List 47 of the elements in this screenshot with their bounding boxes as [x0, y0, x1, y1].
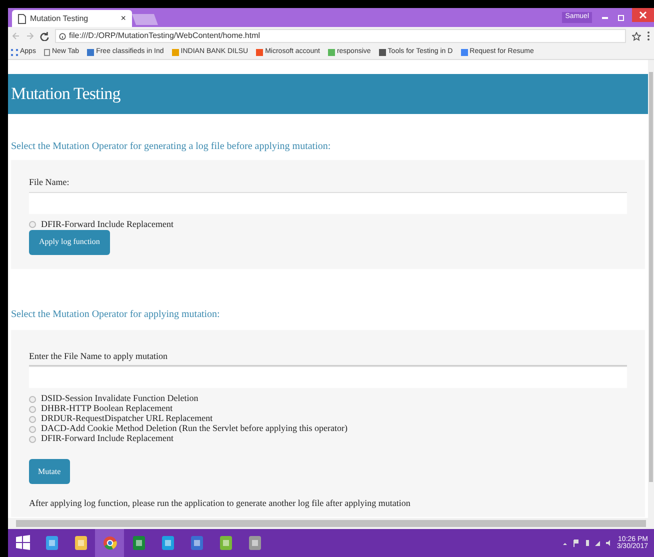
maximize-icon[interactable] [618, 14, 624, 20]
bookmark-icon [378, 48, 386, 56]
input-field[interactable] [29, 366, 627, 388]
address-bar[interactable]: file:///D:/ORP/MutationTesting/WebContent/home.html [55, 29, 626, 43]
radio-button[interactable] [29, 396, 36, 402]
action-button[interactable]: Mutate [29, 459, 70, 484]
info-icon [59, 32, 66, 40]
note-text: After applying log function, please run the application to generate another log file after applying mutation [29, 497, 412, 510]
section-heading: Select the Mutation Operator for generating a log file before applying mutation: [10, 140, 332, 154]
scrollbar[interactable] [648, 60, 654, 518]
section-heading: Select the Mutation Operator for applying mutation: [10, 308, 221, 322]
horizontal-scrollbar[interactable] [8, 518, 654, 529]
bookmark-icon [460, 48, 468, 56]
windows-logo-icon[interactable] [16, 535, 30, 551]
bookmark-icon [328, 48, 335, 56]
page-icon [44, 48, 50, 56]
radio-button[interactable] [29, 416, 36, 422]
minimize-icon[interactable] [602, 16, 608, 18]
option-label: DFIR-Forward Include Replacement [41, 432, 174, 446]
option-label: DACD-Add Cookie Method Deletion (Run the Servlet before applying this operator) [41, 423, 348, 434]
tab-title: Mutation Testing [30, 12, 90, 24]
option-label: DRDUR-RequestDispatcher URL Replacement [41, 413, 213, 424]
tray-icons-drawing[interactable] [562, 539, 612, 547]
option-label: DSID-Session Invalidate Function Deletion [41, 392, 198, 404]
close-icon[interactable] [632, 8, 654, 22]
radio-button[interactable] [29, 221, 36, 228]
reload-icon[interactable] [40, 32, 49, 40]
field-label: File Name: [29, 176, 70, 189]
star-icon[interactable] [632, 32, 641, 40]
action-button[interactable]: Apply log function [29, 230, 110, 254]
bookmark-icon [87, 48, 94, 56]
chrome-icon[interactable] [102, 535, 116, 551]
option-label: DHBR-HTTP Boolean Replacement [41, 402, 173, 414]
radio-button[interactable] [29, 426, 36, 432]
apps-icon [11, 48, 18, 56]
input-field[interactable] [29, 192, 627, 214]
page-icon [18, 14, 26, 24]
url-text: file:///D:/ORP/MutationTesting/WebContent/home.html [69, 30, 260, 42]
radio-button[interactable] [29, 436, 36, 442]
option-label: DFIR-Forward Include Replacement [41, 218, 174, 231]
bookmark-icon [172, 48, 179, 56]
bookmark-icon [256, 48, 264, 56]
radio-button[interactable] [29, 406, 36, 412]
browser-tab[interactable]: Mutation Testing × [12, 10, 132, 27]
page-title: Mutation Testing [11, 83, 120, 106]
menu-icon[interactable] [647, 31, 650, 41]
close-icon[interactable]: × [120, 12, 126, 26]
